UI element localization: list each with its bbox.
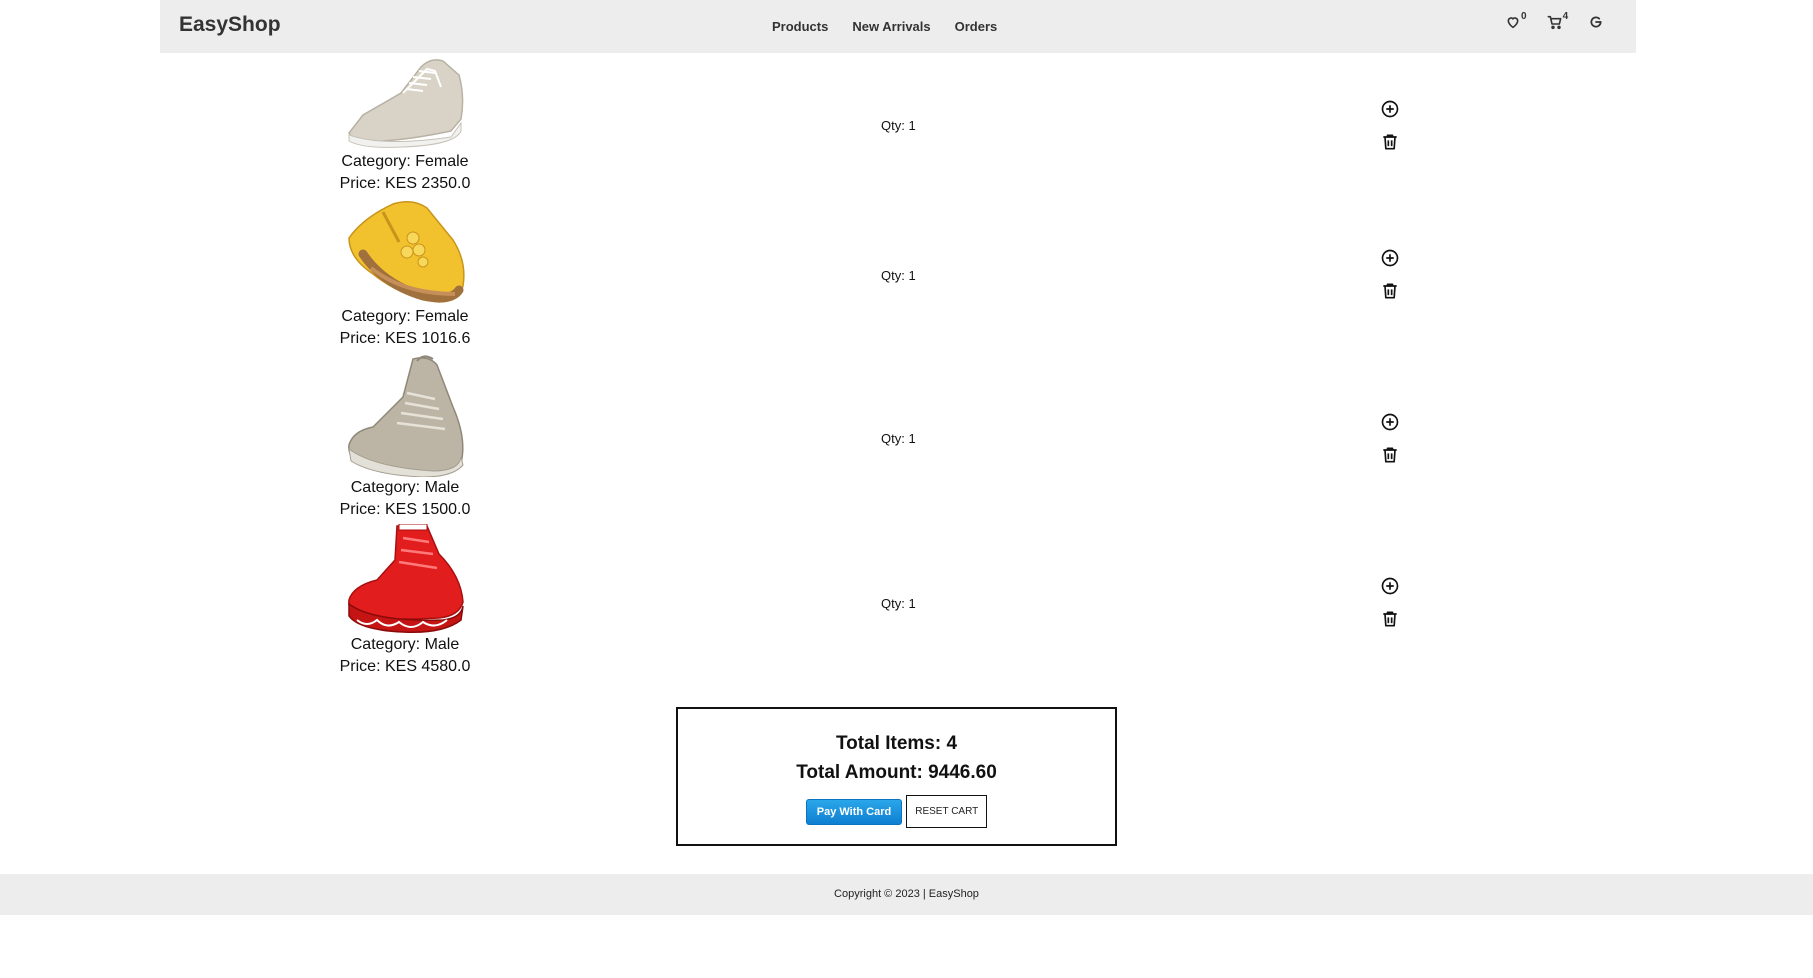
- item-quantity: Qty: 1: [881, 431, 916, 446]
- item-info: Category: Female Price: KES 1016.6: [330, 198, 480, 350]
- product-image[interactable]: [343, 524, 467, 634]
- wishlist-button[interactable]: 0: [1505, 11, 1527, 30]
- summary-buttons: Pay With Card RESET CART: [678, 795, 1115, 828]
- item-actions: [1380, 412, 1400, 465]
- total-amount: Total Amount: 9446.60: [796, 762, 997, 783]
- reset-cart-button[interactable]: RESET CART: [906, 795, 988, 828]
- cart-count: 4: [1562, 11, 1569, 22]
- brand-logo[interactable]: EasyShop: [179, 13, 281, 37]
- wishlist-count: 0: [1521, 11, 1527, 22]
- total-items: Total Items: 4: [835, 733, 958, 754]
- nav-icons: 0 4: [1505, 11, 1604, 30]
- google-icon: [1590, 16, 1602, 28]
- product-image[interactable]: [343, 198, 467, 306]
- item-quantity: Qty: 1: [881, 268, 916, 283]
- product-image[interactable]: [343, 353, 467, 477]
- page: EasyShop Products New Arrivals Orders 0 …: [0, 0, 1813, 978]
- item-category: Category: Male: [350, 636, 460, 653]
- nav-products[interactable]: Products: [772, 19, 828, 34]
- footer: Copyright © 2023 | EasyShop: [0, 874, 1813, 915]
- nav-new-arrivals[interactable]: New Arrivals: [852, 19, 930, 34]
- copyright-text: Copyright © 2023 | EasyShop: [834, 888, 979, 900]
- nav-links: Products New Arrivals Orders: [772, 19, 997, 34]
- item-quantity: Qty: 1: [881, 118, 916, 133]
- item-price: Price: KES 4580.0: [339, 658, 471, 675]
- item-quantity: Qty: 1: [881, 596, 916, 611]
- item-price: Price: KES 1016.6: [339, 330, 471, 347]
- trash-icon[interactable]: [1380, 281, 1400, 301]
- item-category: Category: Male: [350, 479, 460, 496]
- heart-icon: [1507, 17, 1519, 29]
- product-image[interactable]: [343, 53, 467, 151]
- item-actions: [1380, 99, 1400, 152]
- google-signin-button[interactable]: [1588, 14, 1604, 30]
- cart-button[interactable]: 4: [1547, 11, 1569, 30]
- item-category: Category: Female: [341, 153, 469, 170]
- nav-orders[interactable]: Orders: [955, 19, 998, 34]
- add-circle-icon[interactable]: [1380, 99, 1400, 119]
- add-circle-icon[interactable]: [1380, 248, 1400, 268]
- cart-icon: [1547, 15, 1562, 30]
- item-info: Category: Male Price: KES 4580.0: [330, 524, 480, 678]
- item-category: Category: Female: [341, 308, 469, 325]
- pay-with-card-button[interactable]: Pay With Card: [805, 799, 903, 825]
- navbar: EasyShop Products New Arrivals Orders 0 …: [160, 0, 1636, 53]
- item-price: Price: KES 1500.0: [339, 501, 471, 518]
- trash-icon[interactable]: [1380, 445, 1400, 465]
- item-info: Category: Male Price: KES 1500.0: [330, 353, 480, 521]
- trash-icon[interactable]: [1380, 132, 1400, 152]
- item-actions: [1380, 248, 1400, 301]
- item-actions: [1380, 576, 1400, 629]
- item-price: Price: KES 2350.0: [339, 175, 471, 192]
- cart-summary: Total Items: 4 Total Amount: 9446.60 Pay…: [676, 707, 1117, 846]
- trash-icon[interactable]: [1380, 609, 1400, 629]
- item-info: Category: Female Price: KES 2350.0: [330, 53, 480, 195]
- add-circle-icon[interactable]: [1380, 412, 1400, 432]
- add-circle-icon[interactable]: [1380, 576, 1400, 596]
